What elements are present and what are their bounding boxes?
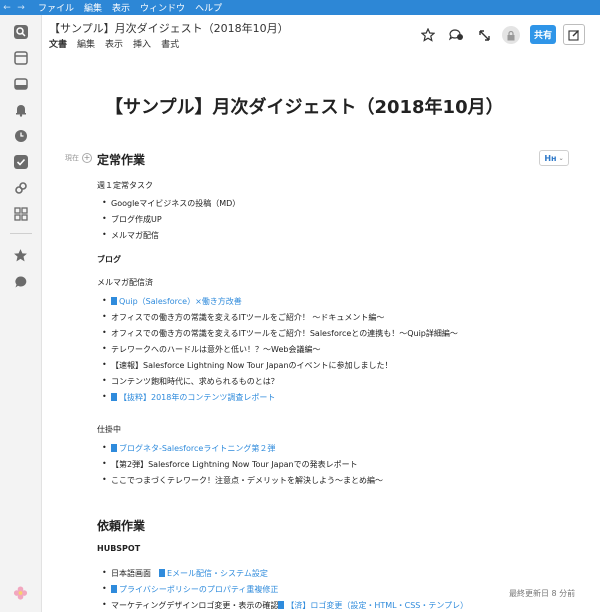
list-item-link[interactable]: 【抜粋】2018年のコンテンツ調査レポート bbox=[102, 392, 275, 403]
expand-icon[interactable] bbox=[476, 27, 492, 43]
paragraph: 週１定常タスク bbox=[97, 181, 153, 190]
list-item: ここでつまづくテレワーク！注意点・デメリットを解決しよう～まとめ編～ bbox=[102, 475, 383, 486]
document-menu: 文書 編集 表示 挿入 書式 bbox=[49, 37, 179, 50]
menu-help[interactable]: ヘルプ bbox=[195, 1, 222, 14]
doc-menu-document[interactable]: 文書 bbox=[49, 37, 67, 50]
favorite-star-icon[interactable] bbox=[420, 27, 436, 43]
chevron-down-icon: ⌄ bbox=[558, 154, 564, 162]
star-icon[interactable] bbox=[13, 248, 28, 263]
subheading: ブログ bbox=[97, 255, 121, 264]
list-item-link[interactable]: ブログネタ-Salesforceライトニング第２弾 bbox=[102, 443, 275, 454]
heading-style-dropdown[interactable]: Hн ⌄ bbox=[539, 150, 569, 166]
last-updated: 最終更新日 8 分前 bbox=[509, 589, 576, 598]
menu-file[interactable]: ファイル bbox=[38, 1, 74, 14]
edit-button[interactable] bbox=[563, 24, 585, 45]
paragraph: 仕掛中 bbox=[97, 425, 121, 434]
flower-avatar[interactable] bbox=[13, 585, 28, 600]
list-item-link[interactable]: プライバシーポリシーのプロパティ重複修正 bbox=[102, 584, 278, 595]
inline-link[interactable]: 【済】ロゴ変更（設定・HTML・CSS・テンプレ） bbox=[278, 601, 468, 610]
doc-menu-format[interactable]: 書式 bbox=[161, 37, 179, 50]
list-item: 日本語画面 Eメール配信・システム設定 bbox=[102, 568, 268, 579]
forward-icon[interactable]: → bbox=[14, 3, 28, 13]
list-item: メルマガ配信 bbox=[102, 230, 159, 241]
list-item: ブログ作成UP bbox=[102, 214, 162, 225]
list-item: マーケティングデザインロゴ変更・表示の確認【済】ロゴ変更（設定・HTML・CSS… bbox=[102, 600, 468, 611]
check-icon[interactable] bbox=[13, 154, 28, 169]
grid-icon[interactable] bbox=[13, 206, 28, 221]
document-header: 【サンプル】月次ダイジェスト（2018年10月） 文書 編集 表示 挿入 書式 … bbox=[43, 15, 600, 51]
doc-menu-view[interactable]: 表示 bbox=[105, 37, 123, 50]
document-body[interactable]: 【サンプル】月次ダイジェスト（2018年10月） 現在 + Hн ⌄ 定常作業 … bbox=[43, 51, 600, 612]
lock-icon[interactable] bbox=[502, 26, 520, 44]
search-icon[interactable] bbox=[13, 24, 28, 39]
paragraph: メルマガ配信済 bbox=[97, 278, 153, 287]
current-position-marker[interactable]: 現在 + bbox=[65, 153, 92, 163]
list-item: Googleマイビジネスの投稿（MD） bbox=[102, 198, 240, 209]
list-item: オフィスでの働き方の常識を変えるITツールをご紹介！ ～ドキュメント編～ bbox=[102, 312, 384, 323]
document-icon bbox=[111, 585, 117, 593]
list-item: 【速報】Salesforce Lightning Now Tour Japanの… bbox=[102, 360, 393, 371]
archive-icon[interactable] bbox=[13, 76, 28, 91]
document-icon bbox=[111, 393, 117, 401]
section-title: 定常作業 bbox=[97, 153, 146, 167]
now-label: 現在 bbox=[65, 154, 79, 162]
add-icon[interactable]: + bbox=[82, 153, 92, 163]
inbox-icon[interactable] bbox=[13, 50, 28, 65]
bell-icon[interactable] bbox=[13, 102, 28, 117]
document-icon bbox=[159, 569, 165, 577]
list-item: テレワークへのハードルは意外と低い！？～Web会議編～ bbox=[102, 344, 320, 355]
rail-divider bbox=[10, 233, 32, 234]
menubar: ← → ファイル 編集 表示 ウィンドウ ヘルプ bbox=[0, 0, 600, 15]
document-title: 【サンプル】月次ダイジェスト（2018年10月） bbox=[49, 22, 289, 35]
share-button[interactable]: 共有 bbox=[530, 25, 556, 44]
list-item: オフィスでの働き方の常識を変えるITツールをご紹介！Salesforceとの連携… bbox=[102, 328, 458, 339]
heading-style-label: Hн bbox=[544, 153, 557, 163]
doc-menu-insert[interactable]: 挿入 bbox=[133, 37, 151, 50]
link-icon[interactable] bbox=[13, 180, 28, 195]
menu-view[interactable]: 表示 bbox=[112, 1, 130, 14]
section-title: 依頼作業 bbox=[97, 519, 146, 533]
list-item: コンテンツ飽和時代に、求められるものとは？ bbox=[102, 376, 279, 387]
document-icon bbox=[111, 444, 117, 452]
back-icon[interactable]: ← bbox=[0, 3, 14, 13]
conversation-icon[interactable] bbox=[448, 27, 464, 43]
document-icon bbox=[278, 601, 285, 609]
list-item-link[interactable]: Quip（Salesforce）×働き方改善 bbox=[102, 296, 242, 307]
inline-link[interactable]: Eメール配信・システム設定 bbox=[159, 569, 268, 578]
left-rail bbox=[0, 15, 42, 612]
page-title: 【サンプル】月次ダイジェスト（2018年10月） bbox=[105, 97, 504, 118]
pencil-icon bbox=[568, 29, 579, 41]
chat-icon[interactable] bbox=[13, 274, 28, 289]
doc-menu-edit[interactable]: 編集 bbox=[77, 37, 95, 50]
menu-window[interactable]: ウィンドウ bbox=[140, 1, 185, 14]
subheading: HUBSPOT bbox=[97, 544, 141, 553]
list-item: 【第2弾】Salesforce Lightning Now Tour Japan… bbox=[102, 459, 358, 470]
document-icon bbox=[111, 297, 117, 305]
clock-icon[interactable] bbox=[13, 128, 28, 143]
menu-edit[interactable]: 編集 bbox=[84, 1, 102, 14]
